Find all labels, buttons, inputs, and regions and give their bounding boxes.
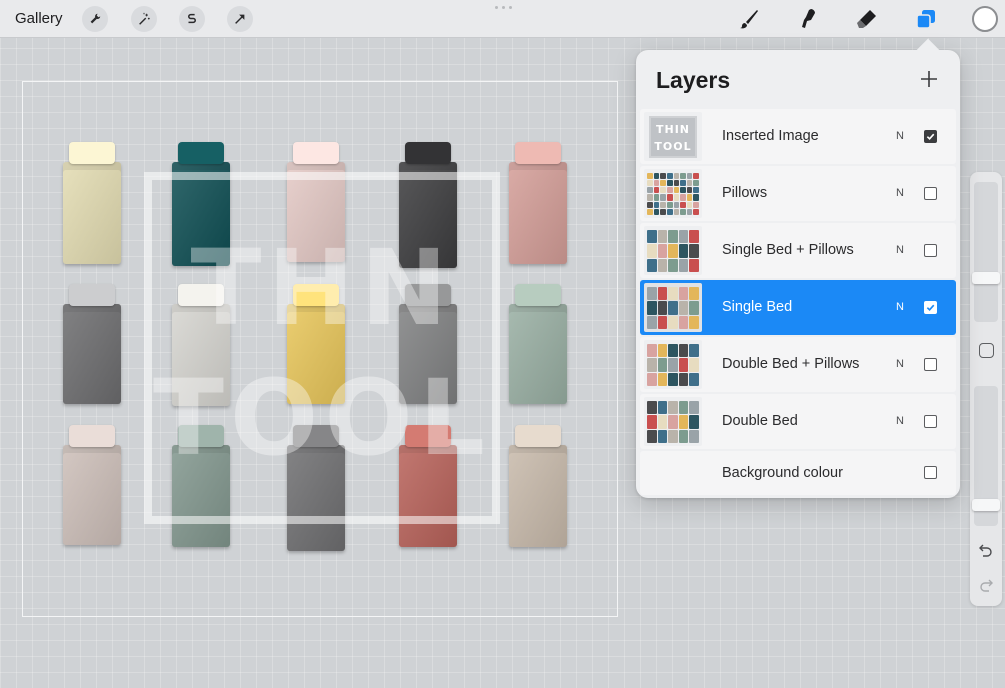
thumbnail-watermark-line2: TOOL: [654, 140, 692, 153]
checkmark-icon: [926, 133, 935, 141]
smudge-icon[interactable]: [794, 5, 822, 33]
layer-name: Background colour: [722, 465, 843, 481]
blend-mode-button[interactable]: N: [896, 358, 904, 370]
thumbnail-watermark-line1: THIN: [655, 123, 690, 136]
opacity-thumb[interactable]: [972, 499, 1000, 511]
transform-arrow-icon[interactable]: [227, 6, 253, 32]
layer-thumbnail: [644, 169, 702, 218]
color-picker-swatch[interactable]: [972, 6, 998, 32]
layers-icon[interactable]: [912, 5, 940, 33]
blend-mode-button[interactable]: N: [896, 415, 904, 427]
blend-mode-button[interactable]: N: [896, 130, 904, 142]
layers-panel-title: Layers: [656, 67, 731, 93]
selection-icon[interactable]: [179, 6, 205, 32]
brush-size-thumb[interactable]: [972, 272, 1000, 284]
layer-row[interactable]: THIN TOOL Inserted Image N: [640, 109, 956, 164]
layer-visibility-checkbox[interactable]: [924, 244, 937, 257]
square-modify-icon[interactable]: [979, 343, 994, 358]
layer-thumbnail: [644, 226, 702, 275]
layer-row[interactable]: Single Bed N: [640, 280, 956, 335]
layer-name: Pillows: [722, 185, 768, 201]
layer-visibility-checkbox[interactable]: [924, 358, 937, 371]
blend-mode-button[interactable]: N: [896, 301, 904, 313]
blend-mode-button[interactable]: N: [896, 244, 904, 256]
watermark-text-line2: TOOL: [152, 357, 492, 479]
bed-illustration: [509, 140, 567, 264]
layer-thumbnail: [644, 397, 702, 446]
layer-row[interactable]: Pillows N: [640, 166, 956, 221]
layer-row[interactable]: Single Bed + Pillows N: [640, 223, 956, 278]
gallery-button[interactable]: Gallery: [15, 10, 63, 27]
bed-illustration: [63, 423, 121, 545]
layer-name: Single Bed + Pillows: [722, 242, 854, 258]
layer-visibility-checkbox[interactable]: [924, 415, 937, 428]
bed-illustration: [63, 282, 121, 404]
undo-icon[interactable]: [978, 542, 994, 558]
bed-illustration: [509, 282, 567, 404]
layers-panel: Layers THIN TOOL Inserted Image N Pillows N Si…: [636, 50, 960, 498]
layer-visibility-checkbox[interactable]: [924, 466, 937, 479]
plus-icon[interactable]: [918, 68, 940, 90]
layer-name: Single Bed: [722, 299, 793, 315]
redo-icon[interactable]: [978, 577, 994, 593]
side-sliders: [970, 172, 1002, 606]
layer-name: Double Bed: [722, 413, 798, 429]
layer-thumbnail: [644, 340, 702, 389]
top-toolbar: Gallery: [0, 0, 1005, 38]
brush-size-slider[interactable]: [974, 182, 998, 322]
bed-illustration: [63, 140, 121, 264]
layer-name: Double Bed + Pillows: [722, 356, 860, 372]
layer-visibility-checkbox[interactable]: [924, 301, 937, 314]
magic-wand-icon[interactable]: [131, 6, 157, 32]
layer-row[interactable]: Double Bed N: [640, 394, 956, 449]
layer-row[interactable]: Background colour: [640, 451, 956, 495]
layer-visibility-checkbox[interactable]: [924, 187, 937, 200]
layer-thumbnail: [644, 283, 702, 332]
layer-name: Inserted Image: [722, 128, 819, 144]
layer-visibility-checkbox[interactable]: [924, 130, 937, 143]
wrench-icon[interactable]: [82, 6, 108, 32]
checkmark-icon: [926, 304, 935, 312]
eraser-icon[interactable]: [853, 5, 881, 33]
brush-icon[interactable]: [735, 5, 763, 33]
grab-handle[interactable]: [493, 6, 513, 10]
bed-illustration: [509, 423, 567, 547]
layer-row[interactable]: Double Bed + Pillows N: [640, 337, 956, 392]
blend-mode-button[interactable]: N: [896, 187, 904, 199]
layer-thumbnail: THIN TOOL: [644, 112, 702, 161]
watermark-text-line1: THN: [190, 227, 454, 349]
